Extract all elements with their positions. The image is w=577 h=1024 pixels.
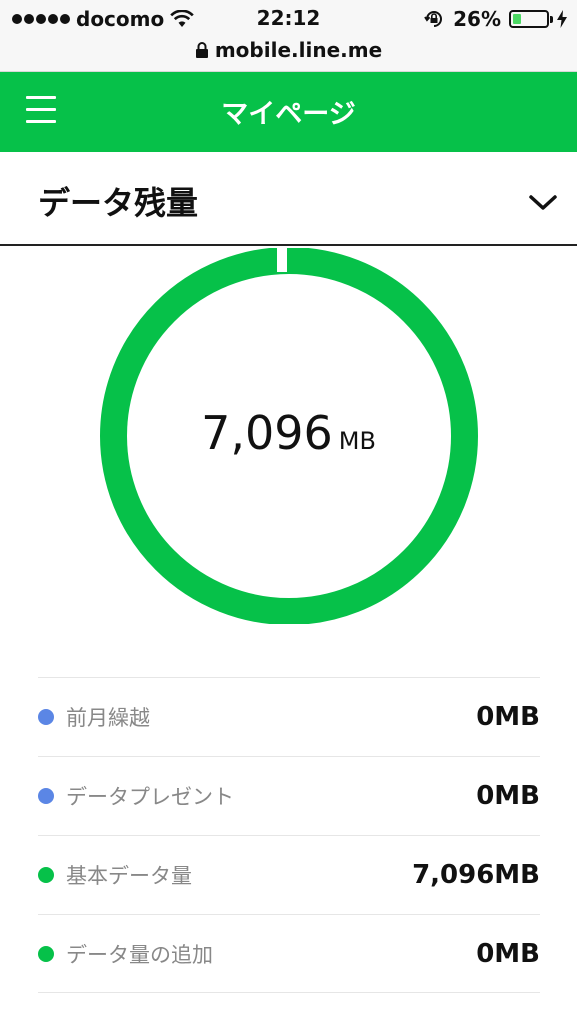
chevron-down-icon[interactable] — [528, 194, 558, 212]
list-item-base-data: 基本データ量 7,096MB — [38, 835, 540, 914]
gauge-gap — [277, 248, 287, 272]
row-value: 7,096MB — [412, 860, 540, 890]
battery-status: 26% — [423, 6, 567, 32]
list-item-data-present: データプレゼント 0MB — [38, 756, 540, 835]
lock-icon — [195, 42, 208, 58]
battery-percent: 26% — [453, 7, 501, 31]
battery-icon — [509, 10, 553, 28]
url-text: mobile.line.me — [214, 38, 383, 62]
remaining-value: 7,096 — [201, 406, 333, 460]
data-breakdown-list: 前月繰越 0MB データプレゼント 0MB 基本データ量 7,096MB データ… — [38, 677, 540, 993]
app-header: マイページ — [0, 72, 577, 152]
row-label: 基本データ量 — [66, 864, 192, 888]
bullet-dot-icon — [38, 945, 54, 962]
page-title: マイページ — [221, 99, 356, 130]
browser-status-bar: docomo 22:12 26% mobile.line.me — [0, 0, 577, 72]
section-title: データ残量 — [38, 184, 199, 222]
charging-bolt-icon — [557, 10, 567, 28]
remaining-unit: MB — [338, 427, 376, 455]
row-label: 前月繰越 — [66, 706, 150, 730]
bullet-dot-icon — [38, 788, 54, 804]
list-item-carryover: 前月繰越 0MB — [38, 677, 540, 756]
address-bar[interactable]: mobile.line.me — [0, 38, 577, 62]
row-value: 0MB — [476, 702, 540, 732]
bullet-dot-icon — [38, 709, 54, 725]
data-remaining-header[interactable]: データ残量 — [0, 152, 577, 246]
rotation-lock-icon — [424, 11, 443, 27]
bullet-dot-icon — [38, 867, 54, 883]
row-label: データ量の追加 — [66, 942, 213, 967]
remaining-amount: 7,096 MB — [0, 406, 577, 460]
row-label: データプレゼント — [66, 785, 234, 809]
row-value: 0MB — [476, 781, 540, 811]
row-value: 0MB — [476, 938, 540, 969]
list-item-data-added: データ量の追加 0MB — [38, 914, 540, 993]
